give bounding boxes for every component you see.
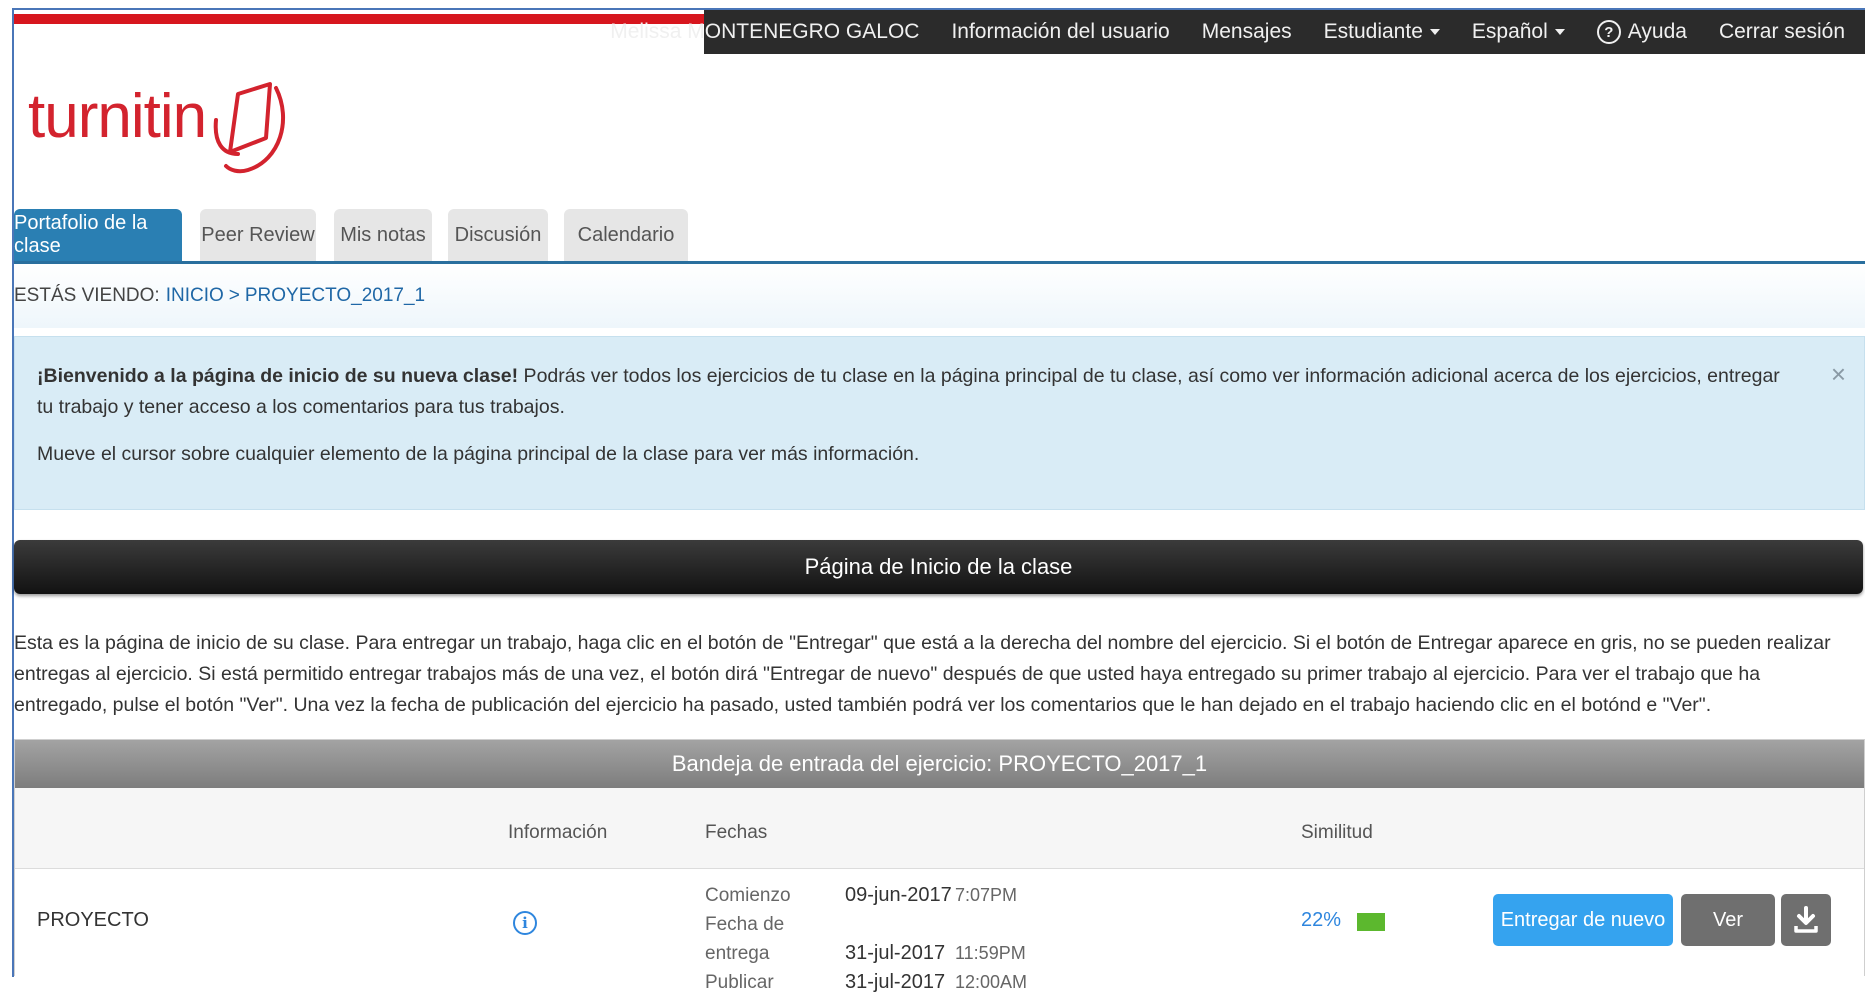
- breadcrumb-home-link[interactable]: INICIO: [166, 285, 224, 307]
- role-dropdown[interactable]: Estudiante: [1308, 20, 1456, 44]
- language-dropdown[interactable]: Español: [1456, 20, 1581, 44]
- chevron-down-icon: [1429, 29, 1440, 35]
- help-label: Ayuda: [1627, 20, 1687, 43]
- time-value: 11:59PM: [955, 943, 1026, 963]
- date-row-start: Comienzo 09-jun-2017 7:07PM: [705, 881, 1027, 910]
- welcome-heading: ¡Bienvenido a la página de inicio de su …: [37, 365, 519, 387]
- breadcrumb-separator: >: [228, 285, 240, 306]
- inbox-column-headers: Información Fechas Similitud: [15, 788, 1864, 869]
- date-label: Fecha de entrega: [705, 914, 785, 964]
- column-info: Información: [508, 822, 608, 843]
- similarity-score[interactable]: 22%: [1301, 909, 1341, 932]
- breadcrumb: ESTÁS VIENDO: INICIO > PROYECTO_2017_1: [14, 264, 1865, 328]
- view-button[interactable]: Ver: [1681, 894, 1775, 946]
- chevron-down-icon: [1554, 29, 1565, 35]
- logo-paper-icon: [213, 82, 286, 174]
- user-info-link[interactable]: Información del usuario: [935, 20, 1185, 44]
- date-row-post: Publicar 31-jul-2017 12:00AM: [705, 968, 1027, 997]
- instructions-text: Esta es la página de inicio de su clase.…: [14, 632, 1831, 716]
- similarity-color-indicator: [1357, 913, 1385, 931]
- tab-class-portfolio[interactable]: Portafolio de la clase: [14, 209, 182, 261]
- time-value: 12:00AM: [955, 972, 1028, 992]
- time-value: 7:07PM: [955, 885, 1018, 905]
- column-similarity: Similitud: [1301, 822, 1373, 843]
- assignment-row: PROYECTO i Comienzo 09-jun-2017 7:07PM Fec…: [15, 869, 1864, 993]
- tab-peer-review[interactable]: Peer Review: [200, 209, 316, 261]
- help-link[interactable]: ? Ayuda: [1581, 20, 1703, 44]
- date-label: Publicar: [705, 972, 774, 993]
- logo-text: turnitin: [28, 82, 207, 151]
- date-row-due: Fecha de entrega 31-jul-2017 11:59PM: [705, 910, 1027, 968]
- close-icon[interactable]: ×: [1831, 359, 1846, 390]
- tab-my-grades[interactable]: Mis notas: [334, 209, 432, 261]
- date-value: 31-jul-2017: [845, 942, 946, 964]
- language-label: Español: [1471, 20, 1548, 43]
- welcome-banner: ¡Bienvenido a la página de inicio de su …: [14, 336, 1865, 510]
- welcome-message: ¡Bienvenido a la página de inicio de su …: [37, 361, 1784, 423]
- resubmit-button[interactable]: Entregar de nuevo: [1493, 894, 1673, 946]
- tab-calendar[interactable]: Calendario: [564, 209, 688, 261]
- class-home-header: Página de Inicio de la clase: [14, 540, 1863, 594]
- date-label: Comienzo: [705, 885, 791, 906]
- info-icon[interactable]: i: [513, 911, 537, 935]
- logout-link[interactable]: Cerrar sesión: [1703, 20, 1861, 44]
- date-value: 31-jul-2017: [845, 971, 946, 993]
- tab-bar: Portafolio de la clase Peer Review Mis n…: [14, 209, 1865, 264]
- breadcrumb-current[interactable]: PROYECTO_2017_1: [245, 285, 425, 307]
- role-label: Estudiante: [1323, 20, 1423, 43]
- turnitin-logo[interactable]: turnitin: [28, 82, 298, 176]
- download-button[interactable]: [1781, 894, 1831, 946]
- breadcrumb-label: ESTÁS VIENDO:: [14, 285, 160, 306]
- top-navigation: Melissa MONTENEGRO GALOC Información del…: [610, 10, 1865, 54]
- assignment-inbox: Bandeja de entrada del ejercicio: PROYEC…: [14, 739, 1865, 993]
- assignment-name: PROYECTO: [37, 909, 149, 931]
- user-name-link[interactable]: Melissa MONTENEGRO GALOC: [594, 20, 935, 44]
- help-icon: ?: [1596, 20, 1621, 44]
- messages-link[interactable]: Mensajes: [1186, 20, 1308, 44]
- tab-discussion[interactable]: Discusión: [448, 209, 548, 261]
- welcome-hint: Mueve el cursor sobre cualquier elemento…: [37, 443, 920, 465]
- column-dates: Fechas: [705, 822, 768, 843]
- inbox-title: Bandeja de entrada del ejercicio: PROYEC…: [15, 740, 1864, 788]
- assignment-dates: Comienzo 09-jun-2017 7:07PM Fecha de entre…: [705, 881, 1027, 997]
- date-value: 09-jun-2017: [845, 884, 952, 906]
- download-icon: [1794, 906, 1818, 933]
